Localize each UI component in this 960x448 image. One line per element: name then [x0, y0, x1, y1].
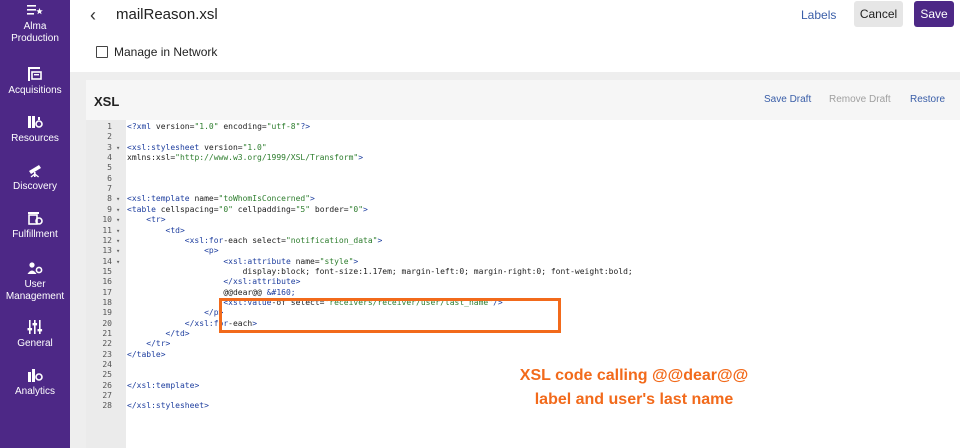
code-line[interactable]: <tr> — [127, 215, 165, 225]
code-line[interactable]: <xsl:attribute name="style"> — [127, 257, 358, 267]
sidebar-label: Production — [11, 33, 59, 44]
line-number: 18 — [102, 297, 112, 307]
code-line[interactable]: </tr> — [127, 339, 170, 349]
sidebar-item-alma-production[interactable]: Alma Production — [0, 4, 70, 45]
code-line[interactable]: </table> — [127, 350, 166, 360]
line-number: 4 — [107, 153, 112, 163]
save-draft-button[interactable]: Save Draft — [764, 94, 811, 105]
code-line[interactable]: </xsl:template> — [127, 381, 199, 391]
code-line[interactable]: xmlns:xsl="http://www.w3.org/1999/XSL/Tr… — [127, 153, 363, 163]
line-number: 8 — [107, 194, 112, 204]
labels-link[interactable]: Labels — [801, 8, 836, 22]
line-number: 12 — [102, 235, 112, 245]
page-title: mailReason.xsl — [116, 6, 218, 23]
line-number: 6 — [107, 173, 112, 183]
annotation-line: XSL code calling @@dear@@ — [519, 367, 749, 384]
code-line[interactable]: </p> — [127, 308, 223, 318]
sidebar-item-analytics[interactable]: Analytics — [0, 367, 70, 398]
fold-toggle-icon[interactable]: ▾ — [116, 246, 120, 256]
sidebar-label: User — [24, 279, 46, 290]
acquisitions-icon — [28, 67, 42, 81]
sidebar-label: Fulfillment — [12, 229, 58, 240]
sidebar-label: Alma — [23, 21, 47, 32]
editor-title: XSL — [94, 94, 120, 109]
line-number: 11 — [102, 225, 112, 235]
code-line[interactable]: <xsl:template name="toWhomIsConcerned"> — [127, 194, 315, 204]
code-line[interactable]: </xsl:attribute> — [127, 277, 300, 287]
line-number: 23 — [102, 349, 112, 359]
code-line[interactable]: </xsl:stylesheet> — [127, 401, 209, 411]
line-number: 13 — [102, 246, 112, 256]
code-line[interactable]: <xsl:for-each select="notification_data"… — [127, 236, 383, 246]
annotation-line: label and user's last name — [534, 391, 734, 408]
fold-toggle-icon[interactable]: ▾ — [116, 194, 120, 204]
line-number: 17 — [102, 287, 112, 297]
line-number: 1 — [107, 122, 112, 131]
sidebar-label: Discovery — [13, 181, 57, 192]
list-star-icon — [27, 5, 43, 15]
line-number: 9 — [107, 204, 112, 214]
line-number: 14 — [102, 256, 112, 266]
sidebar-item-acquisitions[interactable]: Acquisitions — [0, 66, 70, 97]
fold-toggle-icon[interactable]: ▾ — [116, 143, 120, 153]
manage-in-network-checkbox[interactable] — [96, 46, 108, 58]
annotation-callout: XSL code calling @@dear@@ label and user… — [474, 364, 794, 412]
back-icon[interactable]: ‹ — [90, 5, 96, 26]
sidebar-item-fulfillment[interactable]: Fulfillment — [0, 210, 70, 241]
fold-toggle-icon[interactable]: ▾ — [116, 257, 120, 267]
analytics-icon — [28, 369, 43, 382]
sidebar-label: Analytics — [14, 386, 55, 397]
line-number: 19 — [102, 308, 112, 318]
fold-toggle-icon[interactable]: ▾ — [116, 236, 120, 246]
line-number: 20 — [102, 318, 112, 328]
line-number: 21 — [102, 329, 112, 338]
save-button[interactable]: Save — [914, 1, 954, 27]
cancel-button[interactable]: Cancel — [854, 1, 903, 27]
line-number: 25 — [102, 370, 112, 380]
code-line[interactable]: @@dear@@ &#160; — [127, 288, 295, 298]
line-number: 7 — [107, 184, 112, 194]
remove-draft-button[interactable]: Remove Draft — [829, 94, 891, 105]
resources-icon — [28, 116, 43, 128]
page-header: ‹ mailReason.xsl Labels Cancel Save — [70, 0, 960, 34]
restore-button[interactable]: Restore — [910, 94, 945, 105]
sidebar-label: Acquisitions — [8, 85, 62, 96]
fold-toggle-icon[interactable]: ▾ — [116, 205, 120, 215]
line-number: 26 — [102, 380, 112, 390]
sidebar-label: Management — [5, 291, 65, 302]
code-line[interactable]: <td> — [127, 226, 185, 236]
app-root: Alma Production Acquisitions Resources D… — [0, 0, 960, 448]
line-number: 2 — [107, 132, 112, 142]
users-gear-icon — [27, 262, 43, 274]
manage-in-network-label: Manage in Network — [114, 45, 218, 59]
code-line[interactable]: <?xml version="1.0" encoding="utf-8"?> — [127, 122, 310, 132]
line-number: 24 — [102, 360, 112, 370]
sidebar-item-discovery[interactable]: Discovery — [0, 162, 70, 193]
code-line[interactable]: <p> — [127, 246, 218, 256]
line-number: 10 — [102, 215, 112, 225]
sidebar-item-general[interactable]: General — [0, 319, 70, 350]
line-number: 3 — [107, 142, 112, 152]
line-number: 16 — [102, 277, 112, 287]
code-line[interactable]: </td> — [127, 329, 190, 339]
line-number: 15 — [102, 266, 112, 276]
sidebar-label: General — [17, 338, 53, 349]
line-number: 27 — [102, 391, 112, 401]
line-number: 28 — [102, 401, 112, 411]
code-line[interactable]: display:block; font-size:1.17em; margin-… — [127, 267, 633, 277]
fold-toggle-icon[interactable]: ▾ — [116, 215, 120, 225]
sliders-icon — [27, 320, 43, 334]
fold-toggle-icon[interactable]: ▾ — [116, 226, 120, 236]
telescope-icon — [29, 165, 41, 178]
code-line[interactable]: <xsl:stylesheet version="1.0" — [127, 143, 267, 153]
line-number: 5 — [107, 163, 112, 173]
sidebar: Alma Production Acquisitions Resources D… — [0, 0, 70, 448]
sidebar-item-user-management[interactable]: User Management — [0, 260, 70, 303]
sidebar-item-resources[interactable]: Resources — [0, 114, 70, 145]
fulfillment-icon — [28, 212, 43, 225]
line-number: 22 — [102, 339, 112, 349]
sidebar-label: Resources — [11, 133, 59, 144]
highlight-box — [219, 298, 561, 333]
code-line[interactable]: <table cellspacing="0" cellpadding="5" b… — [127, 205, 368, 215]
